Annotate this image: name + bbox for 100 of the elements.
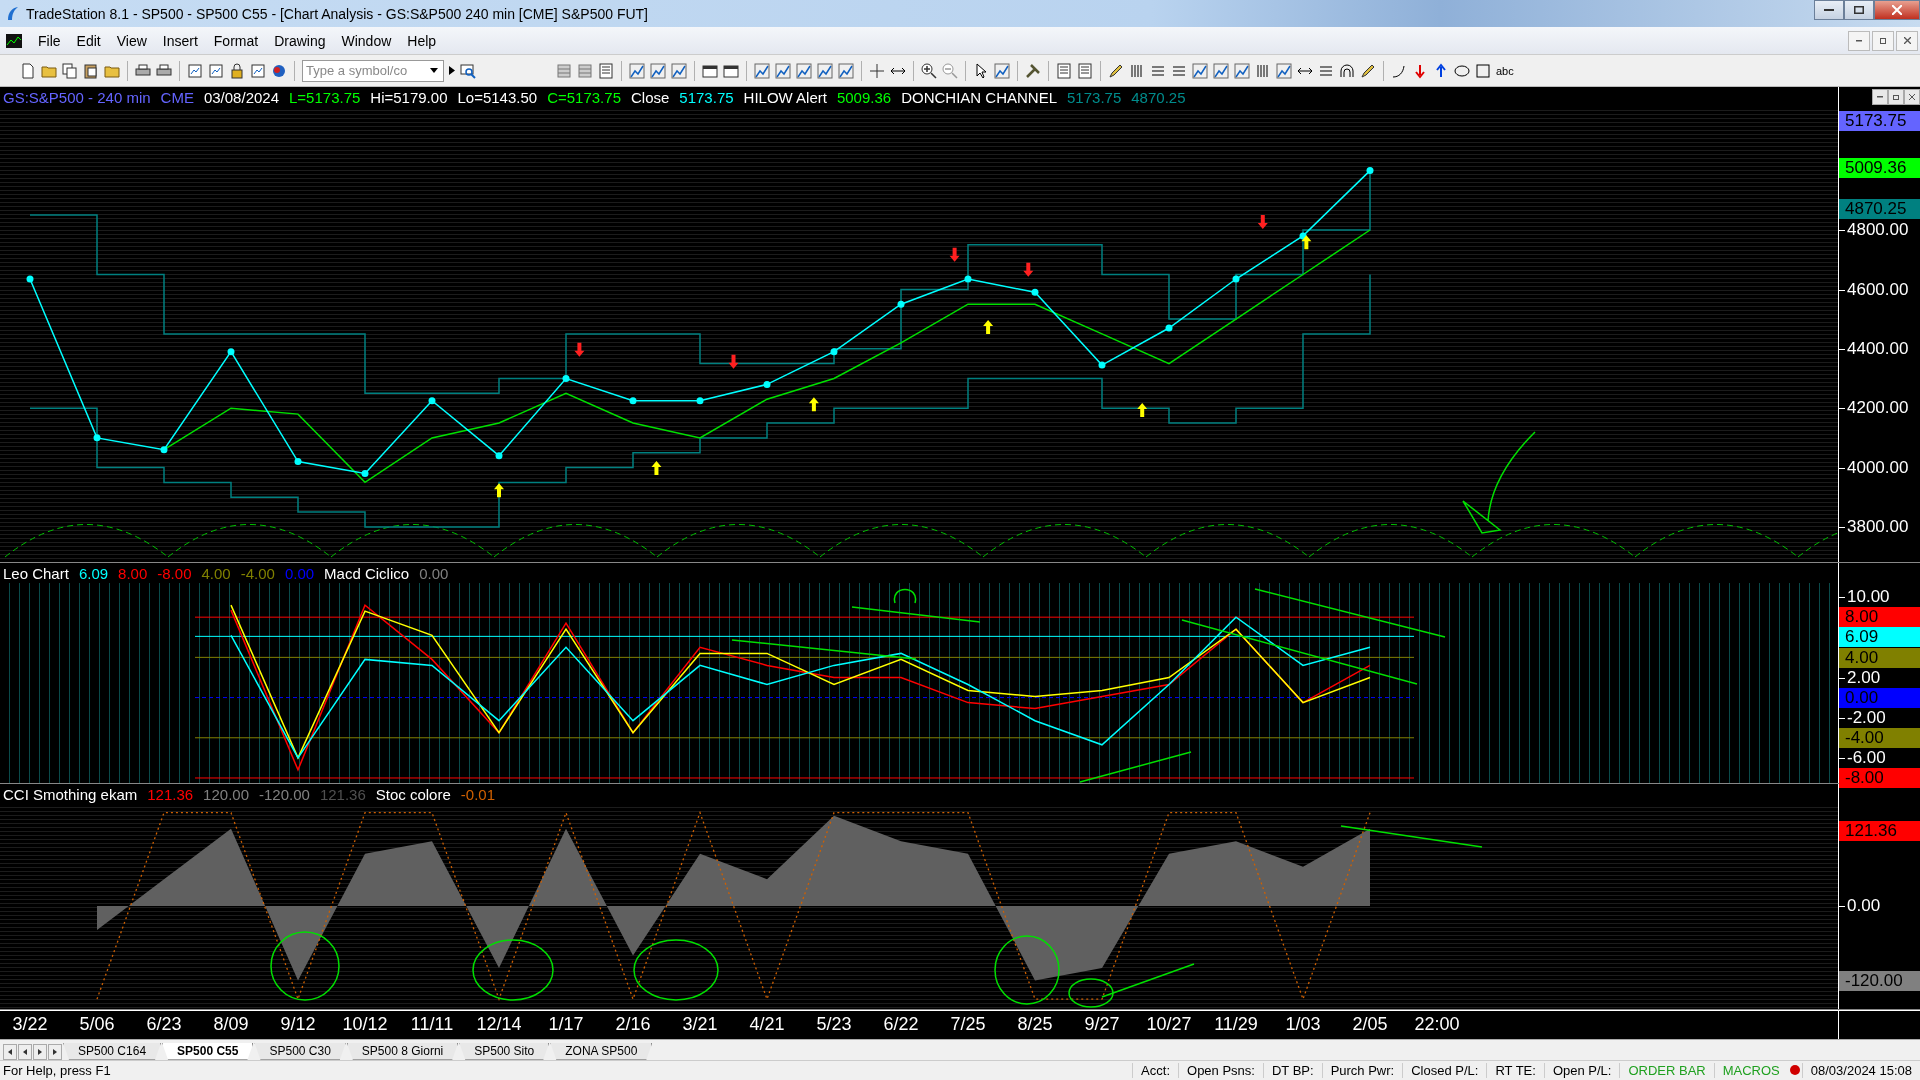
- play-icon[interactable]: [449, 66, 455, 76]
- printer-icon[interactable]: [156, 62, 172, 79]
- chart-icon[interactable]: [817, 62, 833, 79]
- axis-label: -2.00: [1839, 707, 1886, 728]
- menu-item[interactable]: View: [108, 32, 155, 49]
- minimize-icon: [1877, 96, 1883, 99]
- sheet-tab[interactable]: SP500 Sito: [459, 1042, 550, 1060]
- menu-item[interactable]: Edit: [68, 32, 109, 49]
- legend-label: 6.09: [78, 564, 109, 582]
- price-point: [1165, 324, 1173, 332]
- chart-icon[interactable]: [629, 62, 645, 79]
- axis-label: 12/14: [475, 1014, 523, 1036]
- status-field: Open Psns:: [1178, 1062, 1263, 1078]
- status-field: RT TE:: [1486, 1062, 1544, 1078]
- sheet-tab[interactable]: SP500 C30: [254, 1042, 346, 1060]
- chart-icon[interactable]: [1276, 62, 1292, 79]
- maximize-button[interactable]: [1844, 0, 1874, 20]
- chart-icon[interactable]: [775, 62, 791, 79]
- window-icon[interactable]: [723, 62, 739, 79]
- chart-icon[interactable]: [650, 62, 666, 79]
- menu-item[interactable]: Help: [399, 32, 445, 49]
- menu-item[interactable]: Insert: [154, 32, 206, 49]
- square-icon[interactable]: [1475, 62, 1491, 79]
- axis-label: 6/23: [145, 1014, 183, 1036]
- printer-icon[interactable]: [135, 62, 151, 79]
- pointer-icon[interactable]: [973, 62, 989, 79]
- chart-icon[interactable]: [671, 62, 687, 79]
- globe-icon[interactable]: [271, 62, 287, 79]
- chart-icon[interactable]: [754, 62, 770, 79]
- axis-label: 5/23: [815, 1014, 853, 1036]
- up-icon[interactable]: [1433, 62, 1449, 79]
- axis-label: 10.00: [1839, 587, 1890, 608]
- chart-icon: [6, 33, 22, 48]
- sheet-tab[interactable]: SP500 C55: [162, 1042, 254, 1060]
- close-button[interactable]: [1896, 30, 1918, 51]
- axis-label: 9/27: [1083, 1014, 1121, 1036]
- price-point: [964, 275, 972, 283]
- minimize-button[interactable]: [1814, 0, 1844, 20]
- menu-item[interactable]: Format: [205, 32, 267, 49]
- ellipse-icon[interactable]: [1454, 62, 1470, 79]
- document-icon[interactable]: [20, 62, 36, 79]
- chart-icon[interactable]: [994, 62, 1010, 79]
- menu-item[interactable]: Drawing: [266, 32, 334, 49]
- status-field: Open P/L:: [1543, 1062, 1620, 1078]
- tab-scroll-button[interactable]: [48, 1043, 62, 1060]
- axis-label: 3/21: [681, 1014, 719, 1036]
- price-label: 121.36: [1839, 820, 1920, 841]
- tab-scroll-button[interactable]: [33, 1043, 47, 1060]
- tab-scroll-button[interactable]: [3, 1043, 17, 1060]
- search-icon[interactable]: [460, 62, 476, 79]
- grid-icon[interactable]: [556, 62, 572, 79]
- chart-icon[interactable]: [1192, 62, 1208, 79]
- close-button[interactable]: [1904, 89, 1920, 106]
- bars-icon[interactable]: [1255, 62, 1271, 79]
- copy-icon[interactable]: [62, 62, 78, 79]
- pencil-icon[interactable]: [1360, 62, 1376, 79]
- legend-label: 121.36: [319, 785, 366, 803]
- cross-icon[interactable]: [869, 62, 885, 79]
- maximize-icon: [1854, 6, 1864, 14]
- down-icon[interactable]: [1412, 62, 1428, 79]
- legend-label: Leo Chart: [3, 564, 69, 582]
- sheet-tab[interactable]: SP500 C164: [63, 1042, 162, 1060]
- text-tool[interactable]: abc: [1496, 64, 1514, 77]
- price-label: 6.09: [1839, 626, 1920, 647]
- chart-icon[interactable]: [1213, 62, 1229, 79]
- restore-button[interactable]: [1888, 89, 1904, 106]
- menu-item[interactable]: Window: [333, 32, 400, 49]
- restore-button[interactable]: [1872, 30, 1894, 51]
- legend-label: 5009.36: [836, 88, 892, 106]
- window-icon[interactable]: [702, 62, 718, 79]
- bars-icon[interactable]: [1129, 62, 1145, 79]
- zoom-in-icon[interactable]: [921, 62, 937, 79]
- axis-label: -6.00: [1839, 748, 1886, 769]
- lock-icon[interactable]: [229, 62, 245, 79]
- hammer-icon[interactable]: [1025, 62, 1041, 79]
- symbol-field[interactable]: Type a symbol/co: [302, 59, 444, 82]
- pencil-icon[interactable]: [1108, 62, 1124, 79]
- legend-label: 03/08/2024: [203, 88, 279, 106]
- chart-icon[interactable]: [838, 62, 854, 79]
- menu-item[interactable]: File: [30, 32, 69, 49]
- sheet-tab[interactable]: ZONA SP500: [550, 1042, 653, 1060]
- grid-icon[interactable]: [577, 62, 593, 79]
- sheet-tab[interactable]: SP500 8 Giorni: [346, 1042, 459, 1060]
- paste-icon[interactable]: [83, 62, 99, 79]
- up-arrow-icon: [651, 461, 662, 476]
- tab-scroll-button[interactable]: [18, 1043, 32, 1060]
- chart-icon[interactable]: [796, 62, 812, 79]
- legend-label: CME: [160, 88, 194, 106]
- arch-icon[interactable]: [1339, 62, 1355, 79]
- legend-label: -120.00: [259, 785, 310, 803]
- axis-label: 1/17: [547, 1014, 585, 1036]
- legend-label: C=5173.75: [547, 88, 621, 106]
- axis-label: 5/06: [78, 1014, 116, 1036]
- chart-icon[interactable]: [1234, 62, 1250, 79]
- close-icon: [1892, 5, 1902, 15]
- legend-label: 4.00: [201, 564, 231, 582]
- chart-icon[interactable]: [250, 62, 266, 79]
- price-label: -4.00: [1839, 728, 1920, 748]
- minimize-button[interactable]: [1872, 89, 1888, 106]
- price-point: [629, 397, 637, 405]
